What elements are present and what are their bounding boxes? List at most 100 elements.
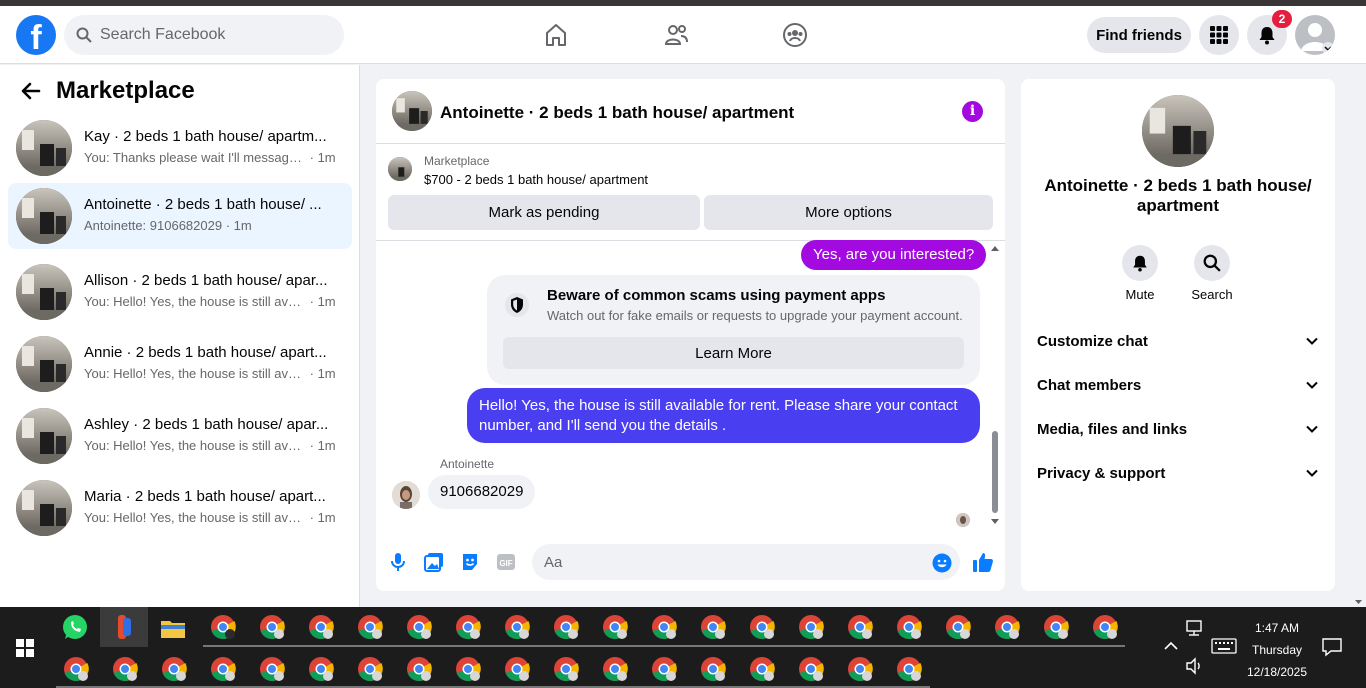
chrome-icon[interactable] [257,612,287,642]
chrome-icon[interactable] [894,654,924,684]
chrome-icon[interactable] [208,654,238,684]
conversation-time: · 1m [309,294,336,309]
chrome-icon[interactable] [796,612,826,642]
network-icon[interactable] [1184,617,1206,639]
chrome-icon[interactable] [404,612,434,642]
system-clock[interactable]: 1:47 AM Thursday 12/18/2025 [1232,617,1322,683]
chrome-icon[interactable] [1090,612,1120,642]
learn-more-button[interactable]: Learn More [503,337,964,369]
incoming-message[interactable]: 9106682029 [428,475,536,509]
search-action[interactable]: Search [1184,245,1240,302]
chevron-down-icon [1306,381,1318,389]
chrome-icon[interactable] [159,654,189,684]
chrome-icon[interactable] [845,612,875,642]
search-input[interactable] [100,26,320,44]
chat-profile-image[interactable] [1142,95,1214,167]
chrome-icon[interactable] [355,654,385,684]
page-scrollbar[interactable] [1351,64,1366,607]
chrome-icon[interactable] [992,612,1022,642]
chevron-up-icon[interactable] [1158,633,1184,659]
chrome-icon[interactable] [404,654,434,684]
gif-icon[interactable]: GIF [495,551,517,573]
facebook-logo[interactable]: f [16,15,56,55]
chrome-icon[interactable] [502,612,532,642]
friends-icon[interactable] [661,20,691,50]
menu-grid-icon[interactable] [1199,15,1239,55]
chrome-icon[interactable] [551,612,581,642]
media-files-links-row[interactable]: Media, files and links [1029,409,1327,449]
outgoing-message[interactable]: Yes, are you interested? [801,240,987,270]
mute-action[interactable]: Mute [1112,245,1168,302]
privacy-support-row[interactable]: Privacy & support [1029,453,1327,493]
conversation-preview: You: Hello! Yes, the house is still avai… [84,438,306,453]
marketplace-chat-list: Marketplace Kay · 2 beds 1 bath house/ a… [0,65,360,607]
chrome-icon[interactable] [894,612,924,642]
conversation-item-maria[interactable]: Maria · 2 beds 1 bath house/ apart... Yo… [8,475,352,541]
microphone-icon[interactable] [387,551,409,573]
windows-start-icon[interactable] [10,633,40,663]
chat-members-row[interactable]: Chat members [1029,365,1327,405]
chrome-icon[interactable] [110,654,140,684]
more-options-button[interactable]: More options [704,195,993,230]
listing-title[interactable]: $700 - 2 beds 1 bath house/ apartment [424,172,648,187]
chrome-icon[interactable] [649,654,679,684]
chat-title[interactable]: Antoinette · 2 beds 1 bath house/ apartm… [440,103,794,123]
conversation-time: · 1m [309,510,336,525]
chrome-icon[interactable] [306,654,336,684]
chrome-icon[interactable] [453,612,483,642]
conversation-item-kay[interactable]: Kay · 2 beds 1 bath house/ apartm... You… [8,115,352,181]
volume-icon[interactable] [1184,655,1206,677]
account-avatar[interactable] [1295,15,1335,55]
conversation-item-ashley[interactable]: Ashley · 2 beds 1 bath house/ apar... Yo… [8,403,352,469]
chrome-icon[interactable] [747,612,777,642]
thumbs-up-icon[interactable] [970,549,996,575]
notification-center-icon[interactable] [1320,635,1344,659]
chrome-icon[interactable] [698,654,728,684]
chrome-icon[interactable] [943,612,973,642]
whatsapp-icon[interactable] [60,612,90,642]
home-icon[interactable] [541,20,571,50]
clock-date: 12/18/2025 [1246,665,1308,679]
emoji-icon[interactable] [931,552,953,574]
app-icon[interactable] [109,612,139,642]
sticker-icon[interactable] [459,551,481,573]
chrome-icon[interactable] [600,612,630,642]
chrome-icon[interactable] [208,612,238,642]
chrome-icon[interactable] [306,612,336,642]
message-input[interactable] [532,544,960,580]
chrome-icon[interactable] [61,654,91,684]
listing-banner: Marketplace $700 - 2 beds 1 bath house/ … [376,145,1005,241]
back-arrow-icon[interactable] [20,80,42,102]
chrome-icon[interactable] [600,654,630,684]
taskbar-running-indicator [203,645,1125,647]
info-icon[interactable]: i [962,101,983,122]
listing-thumbnail[interactable] [388,157,412,181]
outgoing-message[interactable]: Hello! Yes, the house is still available… [467,388,980,443]
search-box[interactable] [64,15,344,55]
chrome-icon[interactable] [747,654,777,684]
sender-avatar[interactable] [392,481,420,509]
chrome-icon[interactable] [649,612,679,642]
photo-icon[interactable] [423,551,445,573]
chat-avatar[interactable] [392,91,432,131]
chrome-icon[interactable] [698,612,728,642]
file-explorer-icon[interactable] [158,613,188,643]
customize-chat-row[interactable]: Customize chat [1029,321,1327,361]
mark-as-pending-button[interactable]: Mark as pending [388,195,700,230]
conversation-item-annie[interactable]: Annie · 2 beds 1 bath house/ apart... Yo… [8,331,352,397]
chrome-icon[interactable] [845,654,875,684]
groups-icon[interactable] [780,20,810,50]
chrome-icon[interactable] [502,654,532,684]
chrome-icon[interactable] [1041,612,1071,642]
listing-thumbnail [16,336,72,392]
conversation-item-allison[interactable]: Allison · 2 beds 1 bath house/ apar... Y… [8,259,352,325]
conversation-preview: You: Thanks please wait I'll message ... [84,150,306,165]
chrome-icon[interactable] [355,612,385,642]
conversation-item-antoinette[interactable]: Antoinette · 2 beds 1 bath house/ ... An… [8,183,352,249]
chrome-icon[interactable] [453,654,483,684]
chrome-icon[interactable] [551,654,581,684]
find-friends-button[interactable]: Find friends [1087,17,1191,53]
chat-scrollbar-thumb[interactable] [992,431,998,513]
chrome-icon[interactable] [796,654,826,684]
chrome-icon[interactable] [257,654,287,684]
